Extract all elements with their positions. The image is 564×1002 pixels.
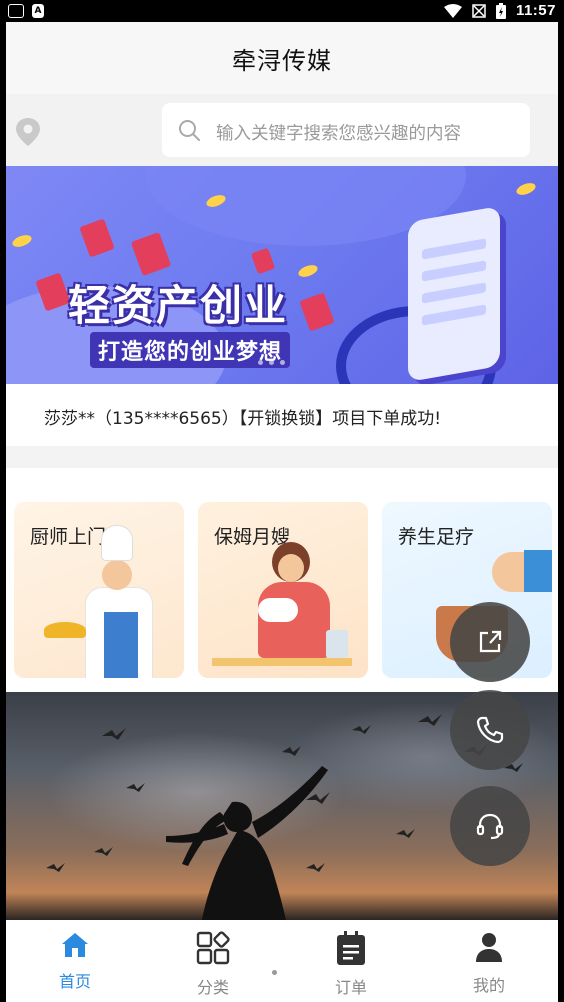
service-card-chef[interactable]: 厨师上门 (14, 502, 184, 678)
signal-off-icon (472, 3, 486, 18)
notification-icon (8, 4, 24, 18)
nav-profile-label: 我的 (472, 976, 505, 995)
bottom-navigation: 首页 分类 订单 我的 (6, 920, 558, 1002)
coin-graphic (10, 232, 34, 250)
service-card-label: 保姆月嫂 (214, 526, 291, 548)
app-screen: 牵浔传媒 输入关键字搜索您感兴趣的内容 轻资产创业 打造您的创业梦想 莎莎**（… (6, 22, 558, 1002)
nav-profile[interactable]: 我的 (449, 930, 529, 1000)
notice-text: 莎莎**（135****6565）【开锁换锁】项目下单成功! (44, 409, 442, 429)
nav-home-label: 首页 (58, 972, 91, 991)
phone-icon (476, 716, 504, 744)
phone-graphic (408, 205, 500, 383)
page-indicator-dot (272, 970, 277, 975)
battery-charging-icon (495, 2, 506, 19)
nav-orders-label: 订单 (334, 978, 367, 997)
page-title: 牵浔传媒 (232, 46, 332, 75)
call-button[interactable] (450, 690, 530, 770)
nav-home[interactable]: 首页 (35, 930, 115, 1000)
app-a-icon: A (32, 4, 44, 18)
share-button[interactable] (450, 602, 530, 682)
clock: 11:57 (515, 2, 556, 19)
order-icon (337, 931, 365, 965)
home-icon (62, 933, 88, 957)
red-envelope-graphic (130, 231, 172, 277)
share-icon (479, 630, 502, 653)
category-icon (196, 931, 230, 965)
banner-pagination (258, 360, 285, 365)
nav-category-label: 分类 (196, 978, 229, 997)
red-envelope-graphic (299, 292, 335, 332)
nav-category[interactable]: 分类 (173, 930, 253, 1000)
service-card-label: 厨师上门 (30, 526, 107, 548)
order-notice-ticker: 莎莎**（135****6565）【开锁换锁】项目下单成功! (6, 384, 558, 446)
nav-orders[interactable]: 订单 (311, 930, 391, 1000)
title-bar: 牵浔传媒 (6, 22, 558, 94)
service-card-nanny[interactable]: 保姆月嫂 (198, 502, 368, 678)
search-input[interactable]: 输入关键字搜索您感兴趣的内容 (162, 103, 530, 157)
search-icon (179, 120, 200, 141)
headset-icon (476, 813, 504, 840)
user-icon (476, 933, 502, 962)
wifi-icon (443, 3, 462, 18)
coin-graphic (514, 180, 538, 198)
promo-banner[interactable]: 轻资产创业 打造您的创业梦想 (6, 166, 558, 384)
location-pin-icon[interactable] (16, 118, 40, 146)
search-row: 输入关键字搜索您感兴趣的内容 (6, 94, 558, 166)
banner-title: 轻资产创业 (68, 281, 289, 330)
customer-service-button[interactable] (450, 786, 530, 866)
red-envelope-graphic (250, 247, 276, 275)
search-placeholder: 输入关键字搜索您感兴趣的内容 (216, 124, 461, 144)
status-bar: A 11:57 (0, 0, 564, 22)
red-envelope-graphic (79, 218, 115, 258)
service-card-label: 养生足疗 (398, 526, 475, 548)
coin-graphic (296, 262, 320, 280)
